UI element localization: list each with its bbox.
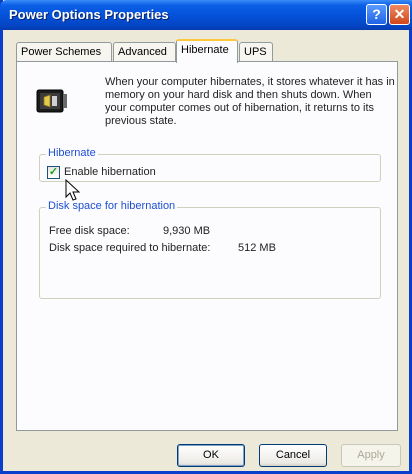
free-disk-space-value: 9,930 MB (163, 225, 211, 237)
hibernate-icon (36, 89, 67, 113)
enable-hibernation-checkbox[interactable]: ✓ (47, 166, 60, 179)
power-options-window: Power Options Properties ? ✕ Power Schem… (0, 0, 412, 474)
close-icon[interactable]: ✕ (389, 4, 410, 25)
tab-advanced[interactable]: Advanced (113, 42, 176, 61)
tab-power-schemes[interactable]: Power Schemes (16, 42, 112, 61)
tab-hibernate[interactable]: Hibernate (176, 39, 238, 63)
help-icon[interactable]: ? (366, 4, 387, 25)
ok-button[interactable]: OK (177, 444, 245, 467)
hibernate-tab-panel: When your computer hibernates, it stores… (16, 61, 398, 431)
required-disk-space-value: 512 MB (238, 242, 276, 254)
hibernate-group-label: Hibernate (46, 147, 98, 159)
hibernate-description: When your computer hibernates, it stores… (105, 76, 395, 127)
mouse-cursor-icon (65, 179, 81, 201)
apply-button[interactable]: Apply (341, 444, 401, 467)
enable-hibernation-label[interactable]: Enable hibernation (64, 166, 156, 178)
cancel-button[interactable]: Cancel (259, 444, 327, 467)
required-disk-space-label: Disk space required to hibernate: (49, 242, 211, 254)
tab-ups[interactable]: UPS (239, 42, 273, 61)
free-disk-space-label: Free disk space: (49, 225, 130, 237)
window-title: Power Options Properties (9, 7, 169, 22)
title-bar[interactable]: Power Options Properties ? ✕ (0, 0, 412, 30)
